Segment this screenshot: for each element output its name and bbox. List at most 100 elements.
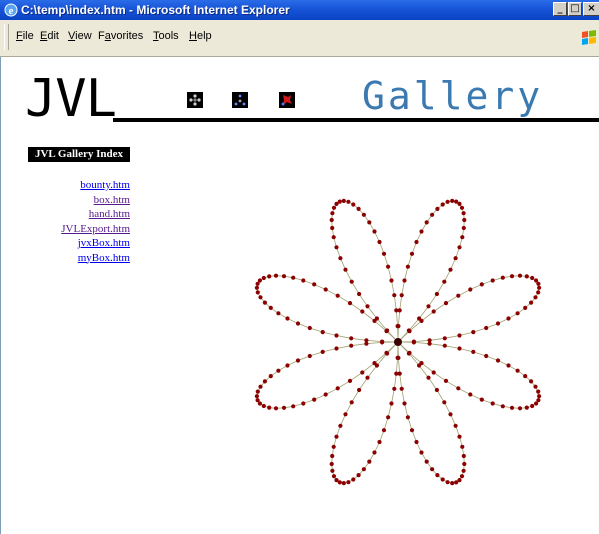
flower-vertex [312,282,317,287]
flower-vertex [506,363,511,368]
jvl-logo-text: JVL [25,69,117,129]
flower-vertex [389,278,394,283]
flower-vertex [517,406,523,411]
flower-vertex [330,225,335,231]
flower-vertex [506,316,511,321]
flower-vertex [262,300,267,305]
flower-vertex [276,368,281,373]
flower-vertex [399,386,404,391]
flower-vertex [440,202,445,207]
flower-vertex [457,333,462,338]
flower-vertex [533,295,538,300]
flower-vertex [530,275,535,281]
flower-vertex [329,461,334,467]
flower-vertex [479,282,484,287]
gallery-link-box[interactable]: box.htm [28,193,130,208]
gallery-thumbnail-icon[interactable] [232,92,248,108]
flower-vertex [406,328,411,333]
menu-edit[interactable]: Edit [40,30,59,42]
flower-vertex [365,304,370,309]
flower-vertex [349,343,354,348]
flower-vertex [381,251,387,256]
flower-vertex [524,274,529,279]
menu-tools[interactable]: Tools [153,30,179,42]
flower-vertex [320,330,325,335]
gallery-thumbnail-icon[interactable] [187,92,203,108]
flower-vertex [267,405,272,410]
flower-vertex [356,473,361,478]
flower-vertex [396,324,401,329]
flower-vertex [349,279,354,284]
gallery-index-title: JVL Gallery Index [28,147,130,162]
flower-vertex [377,239,382,245]
flower-vertex [301,278,306,283]
flower-vertex [396,355,401,360]
flower-vertex [440,477,445,482]
flower-vertex [349,400,354,405]
gallery-link-list: bounty.htm box.htm hand.htm JVLExport.ht… [28,178,130,265]
menu-view[interactable]: View [68,30,92,42]
maximize-button[interactable]: □ [568,2,582,16]
flower-vertex [517,273,523,278]
flower-vertex [281,274,287,279]
flower-vertex [445,199,450,204]
flower-vertex [285,316,290,321]
flower-vertex [461,453,466,459]
flower-vertex [484,325,489,331]
flower-vertex [461,211,466,216]
flower-vertex [361,467,366,472]
close-button[interactable]: × [583,2,599,16]
flower-vertex [384,350,389,355]
flower-vertex [295,321,301,326]
flower-vertex [460,444,465,449]
flower-vertex [273,406,279,411]
flower-vertex [442,336,447,341]
minimize-button[interactable]: _ [553,2,567,16]
flower-vertex [372,318,377,323]
title-bar[interactable]: e C:\temp\index.htm - Microsoft Internet… [0,0,599,20]
flower-vertex [262,379,267,384]
gallery-thumbnail-icon[interactable] [279,92,295,108]
flower-vertex [346,480,351,485]
gallery-link-jvlexport[interactable]: JVLExport.htm [28,222,130,237]
flower-vertex [320,349,325,354]
flower-vertex [515,368,520,373]
gallery-link-bounty[interactable]: bounty.htm [28,178,130,193]
flower-vertex [254,285,259,290]
flower-vertex [448,412,453,417]
menu-file[interactable]: File [16,30,34,42]
flower-vertex [347,378,353,383]
gallery-link-jvxbox[interactable]: jvxBox.htm [28,236,130,251]
flower-vertex [330,468,335,473]
menu-help[interactable]: Help [189,30,212,42]
flower-vertex [331,444,336,449]
flower-vertex [372,229,377,234]
flower-vertex [495,321,501,326]
gallery-link-hand[interactable]: hand.htm [28,207,130,222]
toolbar-grip[interactable] [4,24,9,50]
flower-vertex [285,363,290,368]
window-title: C:\temp\index.htm - Microsoft Internet E… [21,3,290,17]
flower-vertex [281,405,287,410]
flower-vertex [490,401,495,406]
flower-vertex [291,404,296,409]
flower-vertex [356,206,361,211]
flower-vertex [434,291,439,297]
flower-vertex [364,341,369,346]
flower-vertex [255,290,260,295]
flower-vertex [357,387,362,393]
gallery-link-mybox[interactable]: myBox.htm [28,251,130,266]
flower-vertex [461,225,466,231]
flower-vertex [426,304,431,309]
flower-vertex [442,400,447,405]
flower-vertex [456,293,461,298]
flower-vertex [295,358,301,363]
flower-vertex [384,329,389,334]
flower-applet[interactable] [240,180,560,500]
flower-vertex [450,481,455,486]
flower-vertex [456,386,461,391]
flower-vertex [399,293,404,298]
menu-favorites[interactable]: Favorites [98,30,143,42]
flower-vertex [389,401,394,406]
flower-vertex [301,401,306,406]
